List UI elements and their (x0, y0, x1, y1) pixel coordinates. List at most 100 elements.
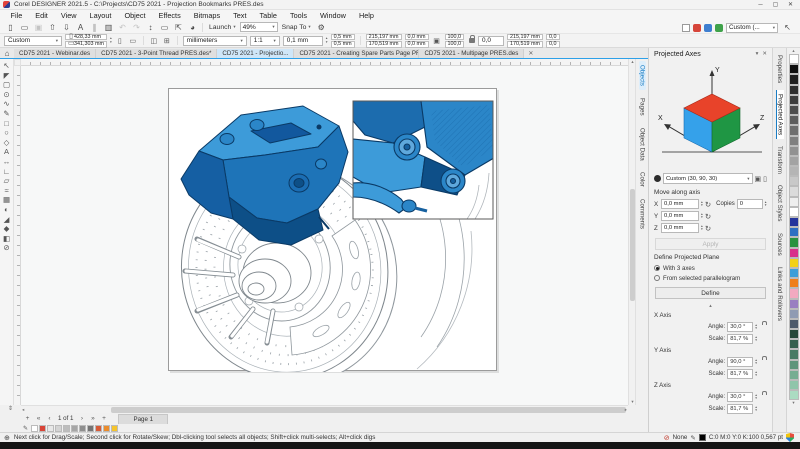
dimension-tool[interactable]: ↔ (3, 157, 11, 167)
save-icon[interactable]: ▣ (32, 23, 45, 32)
add-page-after-icon[interactable]: + (99, 415, 108, 422)
close-document-icon[interactable]: ✕ (524, 49, 537, 59)
document-tab[interactable]: CD75 2021 - Creating Spare Parts Page PR… (294, 49, 419, 59)
palette-color-swatch[interactable] (789, 299, 799, 309)
palette-color-swatch[interactable] (789, 186, 799, 196)
palette-color-swatch[interactable] (789, 95, 799, 105)
z-angle-field[interactable]: 30,0 ° (727, 392, 753, 402)
minimize-button[interactable]: ─ (753, 0, 768, 10)
table-tool[interactable]: ▦ (3, 195, 10, 205)
transparency-tool[interactable]: ◐ (4, 205, 9, 215)
docker-tab-projected-axes[interactable]: Projected Axes (776, 90, 784, 139)
undo-icon[interactable]: ↶ (116, 23, 129, 32)
palette-color-swatch[interactable] (789, 370, 799, 380)
palette-color-swatch[interactable] (789, 258, 799, 268)
app-switch-capture-icon[interactable] (715, 24, 723, 32)
ruler-icon[interactable]: ⇱ (172, 23, 185, 32)
document-tab[interactable]: CD75 2021 - Multipage PRES.des (419, 49, 524, 59)
palette-color-swatch[interactable] (789, 390, 799, 400)
units-dropdown[interactable]: millimeters▾ (183, 36, 247, 46)
palette-color-swatch[interactable] (789, 136, 799, 146)
last-page-icon[interactable]: » (88, 415, 97, 422)
position-x-field[interactable]: 215,197 mm (366, 34, 402, 41)
dock-tab-color[interactable]: Color (639, 168, 646, 191)
ruler-origin[interactable] (14, 59, 21, 66)
save-preset-icon[interactable]: ▣ (755, 175, 762, 183)
polygon-tool[interactable]: ◇ (4, 138, 10, 148)
document-color-swatch[interactable] (47, 425, 54, 432)
drawing-scale-dropdown[interactable]: 1:1▾ (250, 36, 280, 46)
document-color-swatch[interactable] (103, 425, 110, 432)
page-preset-dropdown[interactable]: Custom▾ (4, 36, 62, 46)
rectangle-tool[interactable]: □ (4, 119, 9, 129)
vertical-ruler[interactable] (14, 66, 21, 405)
maximize-button[interactable]: ▢ (768, 0, 783, 10)
move-x-field[interactable]: 0,0 mm (661, 199, 699, 209)
frame-icon[interactable]: ▭ (158, 23, 171, 32)
palette-color-swatch[interactable] (789, 217, 799, 227)
palette-color-swatch[interactable] (789, 360, 799, 370)
palette-color-swatch[interactable] (789, 339, 799, 349)
menu-item-help[interactable]: Help (352, 10, 380, 21)
curve-tool[interactable]: ∿ (3, 99, 9, 109)
copy-icon[interactable]: ❚ (88, 23, 101, 32)
current-page-icon[interactable]: ⊞ (162, 37, 172, 45)
close-button[interactable]: ✕ (783, 0, 798, 10)
palette-color-swatch[interactable] (789, 156, 799, 166)
from-parallelogram-radio[interactable]: From selected parallelogram (654, 273, 767, 283)
page-color-swatch[interactable] (682, 24, 690, 32)
palette-color-swatch[interactable] (789, 74, 799, 84)
document-tab-active[interactable]: CD75 2021 - Projectio... (217, 49, 294, 59)
offset-x-field[interactable]: 0,0 mm (405, 34, 429, 41)
menu-item-effects[interactable]: Effects (152, 10, 187, 21)
rotate-y-icon[interactable]: ↻ (705, 212, 711, 221)
skew-x-field[interactable]: 0,0 (546, 34, 560, 41)
eyedropper-tool[interactable]: ◢ (4, 215, 10, 225)
pick-tool[interactable]: ↖ (3, 61, 9, 71)
document-color-swatch[interactable] (55, 425, 62, 432)
menu-item-layout[interactable]: Layout (83, 10, 118, 21)
horizontal-scrollbar[interactable]: ◂ ▸ (21, 405, 628, 413)
menu-item-table[interactable]: Table (253, 10, 283, 21)
palette-color-swatch[interactable] (789, 207, 799, 217)
menu-item-bitmaps[interactable]: Bitmaps (187, 10, 226, 21)
shape-tool[interactable]: ◤ (4, 71, 10, 81)
next-page-icon[interactable]: › (77, 415, 86, 422)
document-color-swatch[interactable] (63, 425, 70, 432)
zoom-tool[interactable]: ⊙ (3, 90, 9, 100)
document-color-swatch[interactable] (39, 425, 46, 432)
outline-pen-tool[interactable]: ⊘ (3, 243, 9, 253)
options-gear-icon[interactable]: ⚙ (315, 23, 328, 32)
y-scale-field[interactable]: 81,7 % (727, 369, 753, 379)
scale-x-field[interactable]: 100,0 (445, 34, 465, 41)
document-color-swatch[interactable] (111, 425, 118, 432)
add-page-before-icon[interactable]: + (23, 415, 32, 422)
workspace-dropdown[interactable]: Custom (...▾ (726, 23, 778, 33)
palette-color-swatch[interactable] (789, 288, 799, 298)
symbol-icon[interactable]: ↕ (144, 23, 157, 32)
menu-item-text[interactable]: Text (227, 10, 253, 21)
page-tab[interactable]: Page 1 (118, 414, 168, 424)
palette-color-swatch[interactable] (789, 197, 799, 207)
section-collapse-icon[interactable]: ▴ (654, 303, 767, 310)
with-3-axes-radio[interactable]: With 3 axes (654, 263, 767, 273)
docker-tab-object-styles[interactable]: Object Styles (776, 181, 783, 225)
all-pages-icon[interactable]: ◫ (149, 37, 159, 45)
menu-item-window[interactable]: Window (313, 10, 352, 21)
delete-preset-icon[interactable]: ▯ (763, 175, 767, 183)
duplicate-y-field[interactable]: 0,5 mm (331, 41, 355, 48)
palette-scroll-down-icon[interactable]: ▾ (792, 400, 794, 406)
docker-tab-transform[interactable]: Transform (776, 142, 783, 178)
palette-color-swatch[interactable] (789, 166, 799, 176)
page-height-field[interactable]: ▭341,303 mm (65, 41, 107, 48)
center-marker-icon[interactable]: ▣ (432, 37, 442, 45)
dock-tab-comments[interactable]: Comments (639, 195, 646, 233)
x-angle-field[interactable]: 30,0 ° (727, 322, 753, 332)
palette-color-swatch[interactable] (789, 146, 799, 156)
docker-collapse-icon[interactable]: ▾ (756, 51, 759, 57)
export-icon[interactable]: ⇧ (46, 23, 59, 32)
palette-color-swatch[interactable] (789, 349, 799, 359)
publish-icon[interactable]: A (74, 23, 87, 32)
first-page-icon[interactable]: « (34, 415, 43, 422)
artistic-media-tool[interactable]: ≈ (4, 186, 8, 196)
